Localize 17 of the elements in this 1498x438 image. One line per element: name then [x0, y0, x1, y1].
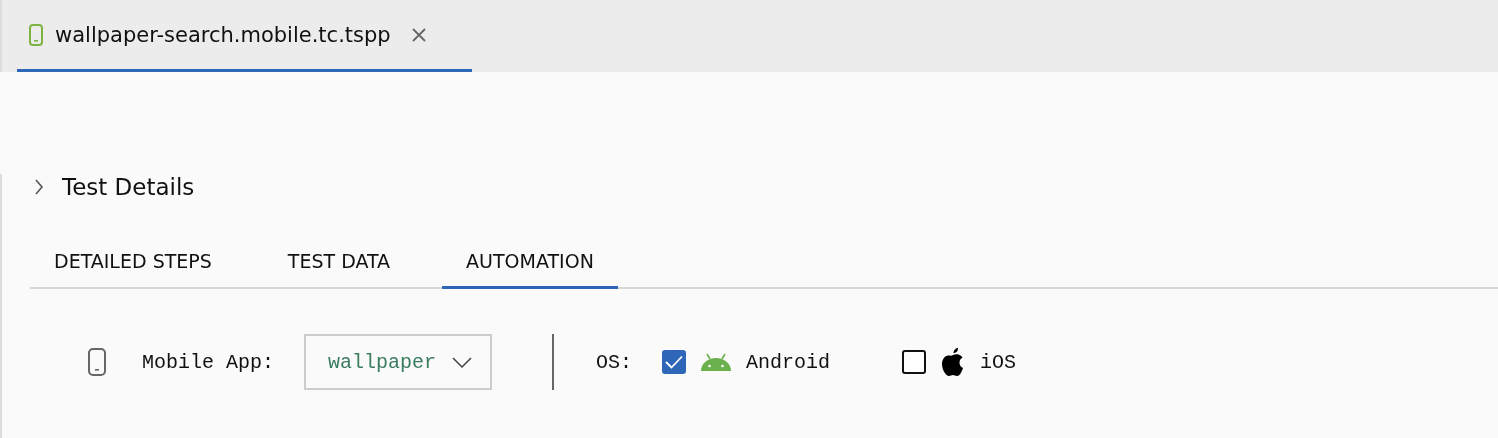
checkbox[interactable] — [662, 350, 687, 374]
field-label: Mobile App: — [142, 350, 275, 374]
checkbox[interactable] — [902, 350, 927, 374]
phone-icon — [29, 23, 43, 46]
close-icon[interactable] — [410, 26, 427, 43]
section-header[interactable]: Test Details — [34, 174, 224, 200]
android-icon — [700, 352, 733, 372]
chevron-icon — [34, 178, 44, 196]
tab[interactable]: DETAILED STEPS — [30, 246, 236, 289]
phone-icon — [88, 348, 106, 376]
tab[interactable]: AUTOMATION — [442, 246, 618, 289]
caret-icon — [452, 356, 473, 368]
tab[interactable]: TEST DATA — [263, 246, 415, 289]
field-label: OS: — [596, 350, 633, 374]
app-dropdown[interactable]: wallpaper — [304, 334, 493, 390]
option-label: Android — [746, 350, 831, 374]
option-label: iOS — [980, 350, 1017, 374]
